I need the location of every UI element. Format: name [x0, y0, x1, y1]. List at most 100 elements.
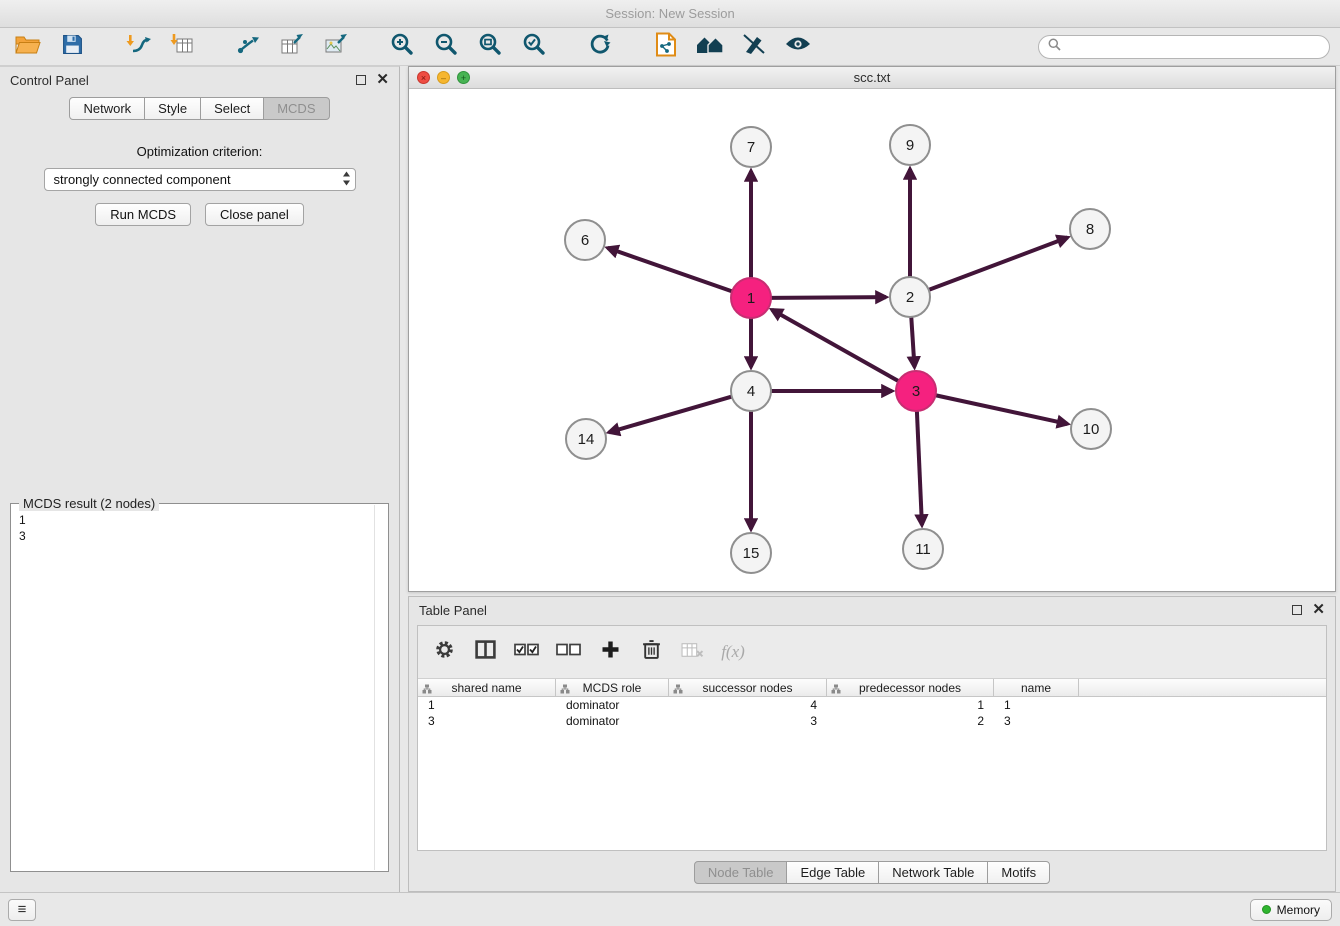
import-table-button[interactable] [164, 32, 200, 62]
column-type-icon [673, 683, 683, 697]
import-network-button[interactable] [120, 32, 156, 62]
table-settings-button[interactable] [432, 639, 456, 665]
select-all-icon [514, 642, 539, 662]
network-analyzer-button[interactable] [692, 32, 728, 62]
table-panel-tabs: Node Table Edge Table Network Table Moti… [409, 857, 1335, 884]
result-scrollbar-track [374, 505, 375, 870]
graph-edge-1-6[interactable] [608, 248, 732, 291]
column-header-successor-nodes[interactable]: successor nodes [669, 679, 827, 697]
function-builder-button[interactable]: f(x) [721, 639, 745, 665]
cell-mcds-role[interactable]: dominator [556, 697, 669, 713]
column-header-filler [1079, 679, 1326, 697]
control-panel-float-button[interactable] [356, 75, 366, 85]
export-image-button[interactable] [318, 32, 354, 62]
graph-node-label: 9 [906, 137, 914, 154]
table-row[interactable]: 1 dominator 4 1 1 [418, 697, 1326, 713]
column-header-shared-name[interactable]: shared name [418, 679, 556, 697]
close-panel-button[interactable]: Close panel [205, 203, 304, 226]
search-box[interactable] [1038, 35, 1330, 59]
graph-edge-3-11[interactable] [917, 411, 922, 525]
cell-shared-name[interactable]: 1 [418, 697, 556, 713]
folder-open-icon [15, 34, 41, 60]
cell-predecessor-nodes[interactable]: 2 [827, 713, 994, 729]
task-history-button[interactable]: ≡ [8, 899, 36, 921]
control-panel-header: Control Panel ✕ [0, 67, 399, 93]
minimize-window-button[interactable]: – [437, 71, 450, 84]
tab-network[interactable]: Network [69, 97, 145, 120]
eye-icon [785, 35, 811, 58]
export-network-button[interactable] [230, 32, 266, 62]
show-columns-button[interactable] [473, 639, 497, 665]
graph-node-label: 7 [747, 139, 755, 156]
criterion-dropdown[interactable]: strongly connected component [44, 168, 356, 191]
maximize-window-button[interactable]: + [457, 71, 470, 84]
window-title: Session: New Session [605, 6, 734, 21]
network-canvas[interactable]: 7968124314101511 [409, 89, 1335, 591]
graph-edge-2-3[interactable] [911, 317, 914, 367]
column-type-icon [560, 683, 570, 697]
tab-style[interactable]: Style [144, 97, 201, 120]
column-label: predecessor nodes [859, 681, 961, 695]
tab-node-table[interactable]: Node Table [694, 861, 788, 884]
graph-edge-3-1[interactable] [772, 310, 899, 381]
table-panel: Table Panel ✕ [408, 596, 1336, 892]
cell-predecessor-nodes[interactable]: 1 [827, 697, 994, 713]
trash-icon [642, 639, 661, 665]
delete-table-button[interactable] [680, 639, 704, 665]
cell-mcds-role[interactable]: dominator [556, 713, 669, 729]
graph-edge-3-10[interactable] [936, 395, 1068, 424]
deselect-all-button[interactable] [556, 639, 581, 665]
refresh-button[interactable] [582, 32, 618, 62]
graph-edge-4-14[interactable] [609, 397, 732, 433]
mcds-result-line: 1 [19, 512, 388, 528]
tab-select[interactable]: Select [200, 97, 264, 120]
tab-motifs[interactable]: Motifs [987, 861, 1050, 884]
column-header-predecessor-nodes[interactable]: predecessor nodes [827, 679, 994, 697]
graph-edge-1-2[interactable] [771, 297, 886, 298]
run-mcds-button[interactable]: Run MCDS [95, 203, 191, 226]
plus-icon [601, 640, 620, 664]
zoom-fit-icon [478, 32, 502, 61]
close-window-button[interactable]: × [417, 71, 430, 84]
open-file-button[interactable] [10, 32, 46, 62]
network-window-titlebar[interactable]: × – + scc.txt [409, 67, 1335, 89]
table-body: 1 dominator 4 1 1 3 dominator 3 2 3 [418, 697, 1326, 729]
tab-network-table[interactable]: Network Table [878, 861, 988, 884]
graph-edge-2-8[interactable] [929, 237, 1068, 289]
memory-button[interactable]: Memory [1250, 899, 1332, 921]
save-session-button[interactable] [54, 32, 90, 62]
export-table-icon [280, 33, 304, 60]
cell-name[interactable]: 3 [994, 713, 1079, 729]
graphics-toggle-button[interactable] [736, 32, 772, 62]
zoom-out-button[interactable] [428, 32, 464, 62]
column-header-mcds-role[interactable]: MCDS role [556, 679, 669, 697]
zoom-selected-icon [522, 32, 546, 61]
search-input[interactable] [1067, 40, 1320, 54]
zoom-in-button[interactable] [384, 32, 420, 62]
cell-shared-name[interactable]: 3 [418, 713, 556, 729]
tab-mcds[interactable]: MCDS [263, 97, 329, 120]
zoom-selected-button[interactable] [516, 32, 552, 62]
cell-name[interactable]: 1 [994, 697, 1079, 713]
control-panel-tabs: Network Style Select MCDS [69, 97, 329, 120]
graph-node-label: 15 [743, 545, 760, 562]
table-panel-float-button[interactable] [1292, 605, 1302, 615]
table-panel-close-button[interactable]: ✕ [1312, 605, 1325, 615]
zoom-fit-button[interactable] [472, 32, 508, 62]
table-row[interactable]: 3 dominator 3 2 3 [418, 713, 1326, 729]
delete-row-button[interactable] [639, 639, 663, 665]
tab-edge-table[interactable]: Edge Table [786, 861, 879, 884]
add-row-button[interactable] [598, 639, 622, 665]
export-table-button[interactable] [274, 32, 310, 62]
document-share-button[interactable] [648, 32, 684, 62]
cell-successor-nodes[interactable]: 4 [669, 697, 827, 713]
memory-status-icon [1262, 905, 1271, 914]
cell-successor-nodes[interactable]: 3 [669, 713, 827, 729]
export-image-icon [324, 33, 348, 60]
list-icon: ≡ [18, 901, 27, 918]
control-panel-close-button[interactable]: ✕ [376, 75, 389, 85]
column-header-name[interactable]: name [994, 679, 1079, 697]
select-all-button[interactable] [514, 639, 539, 665]
network-graph[interactable]: 7968124314101511 [409, 89, 1335, 591]
show-details-button[interactable] [780, 32, 816, 62]
